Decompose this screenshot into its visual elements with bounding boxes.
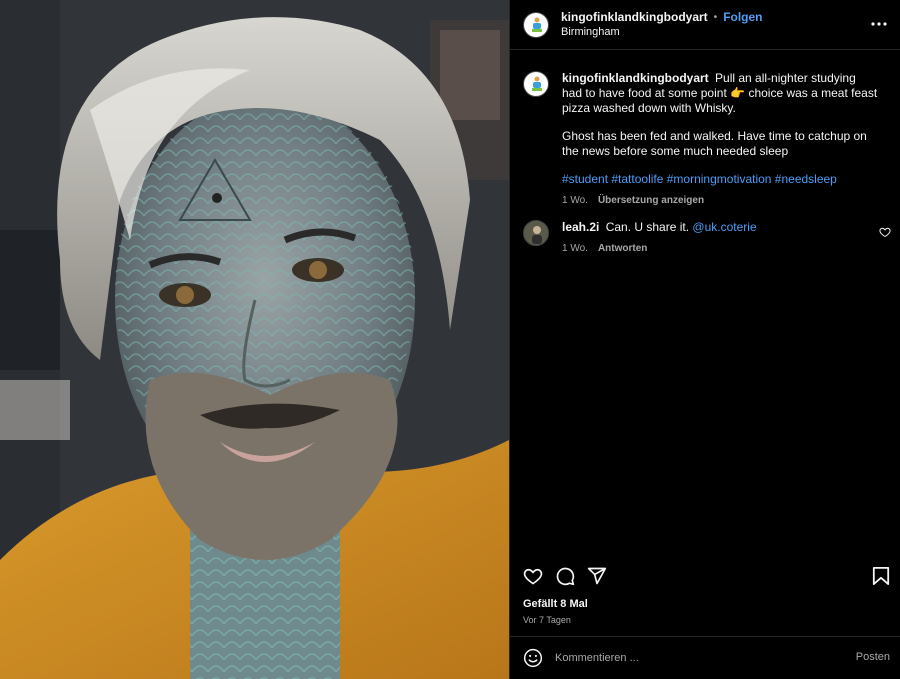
- caption-item: kingofinklandkingbodyart Pull an all-nig…: [523, 71, 878, 208]
- translate-link[interactable]: Übersetzung anzeigen: [598, 193, 704, 208]
- caption-hashtags[interactable]: #student #tattoolife #morningmotivation …: [562, 172, 878, 187]
- heart-icon[interactable]: [523, 566, 543, 586]
- comment-time[interactable]: 1 Wo.: [562, 241, 588, 256]
- caption-username[interactable]: kingofinklandkingbodyart: [562, 71, 709, 85]
- post-timestamp: Vor 7 Tagen: [523, 615, 571, 625]
- comment-mention[interactable]: @uk.coterie: [692, 220, 756, 234]
- send-icon[interactable]: [587, 566, 607, 586]
- comment-text: Can. U share it.: [605, 220, 690, 234]
- caption-avatar[interactable]: [523, 71, 549, 97]
- avatar-figure-icon: [532, 17, 542, 32]
- reply-button[interactable]: Antworten: [598, 241, 647, 256]
- tattooed-man-selfie-image: [0, 0, 509, 679]
- smiley-icon[interactable]: [523, 648, 543, 668]
- comment-like-heart-icon[interactable]: [879, 226, 891, 238]
- likes-count[interactable]: Gefällt 8 Mal: [523, 598, 588, 610]
- author-avatar[interactable]: [523, 11, 549, 38]
- post-comment-button[interactable]: Posten: [856, 651, 890, 663]
- avatar-person-icon: [532, 226, 542, 244]
- post-location[interactable]: Birmingham: [561, 25, 763, 40]
- post-modal: kingofinklandkingbodyart • Folgen Birmin…: [0, 0, 900, 679]
- commenter-username[interactable]: leah.2i: [562, 220, 599, 234]
- comments-list[interactable]: kingofinklandkingbodyart Pull an all-nig…: [510, 50, 900, 548]
- comment-item: leah.2i Can. U share it. @uk.coterie 1 W…: [523, 220, 878, 256]
- caption-paragraph-2: Ghost has been fed and walked. Have time…: [562, 129, 867, 158]
- header-separator: •: [713, 11, 718, 23]
- comment-input[interactable]: [555, 648, 835, 668]
- comment-icon[interactable]: [555, 566, 575, 586]
- follow-button[interactable]: Folgen: [723, 10, 762, 25]
- post-details-panel: kingofinklandkingbodyart • Folgen Birmin…: [509, 0, 900, 679]
- commenter-avatar[interactable]: [523, 220, 549, 246]
- more-options-icon[interactable]: [869, 14, 889, 34]
- pointing-emoji: 👉: [730, 86, 746, 100]
- comment-composer: Posten: [510, 636, 900, 679]
- post-actions-bar: [510, 560, 900, 592]
- post-photo[interactable]: [0, 0, 509, 679]
- post-header: kingofinklandkingbodyart • Folgen Birmin…: [510, 0, 900, 50]
- avatar-figure-icon: [532, 76, 542, 91]
- author-username[interactable]: kingofinklandkingbodyart: [561, 10, 708, 25]
- caption-time[interactable]: 1 Wo.: [562, 193, 588, 208]
- bookmark-icon[interactable]: [872, 566, 890, 586]
